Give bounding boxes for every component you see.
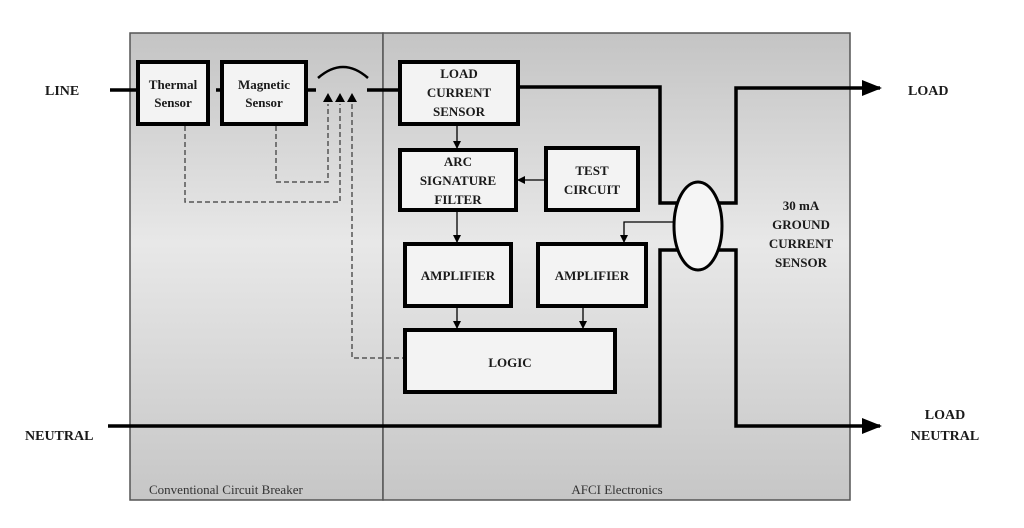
terminal-load-neutral-1: LOAD [925, 408, 965, 423]
section-conventional-caption: Conventional Circuit Breaker [149, 482, 303, 497]
magnetic-label-2: Sensor [245, 95, 283, 110]
terminal-neutral: NEUTRAL [25, 429, 93, 444]
logic-label: LOGIC [488, 355, 531, 370]
gcs-label-2: GROUND [772, 217, 830, 232]
gcs-label-1: 30 mA [783, 198, 820, 213]
lcs-label-2: CURRENT [427, 85, 492, 100]
gcs-label-3: CURRENT [769, 236, 834, 251]
terminal-load: LOAD [908, 84, 948, 99]
thermal-sensor-block [136, 60, 210, 126]
amp-right-label: AMPLIFIER [555, 268, 630, 283]
trip-triangles [323, 93, 357, 102]
thermal-label-2: Sensor [154, 95, 192, 110]
test-label-2: CIRCUIT [564, 182, 621, 197]
terminal-load-neutral-2: NEUTRAL [911, 429, 979, 444]
lcs-label-3: SENSOR [433, 104, 486, 119]
filter-label-3: FILTER [434, 192, 482, 207]
thermal-label-1: Thermal [149, 77, 198, 92]
amp-left-label: AMPLIFIER [421, 268, 496, 283]
filter-label-1: ARC [444, 154, 472, 169]
magnetic-sensor-block [220, 60, 308, 126]
magnetic-label-1: Magnetic [238, 77, 290, 92]
lcs-label-1: LOAD [440, 66, 478, 81]
filter-label-2: SIGNATURE [420, 173, 496, 188]
section-afci-caption: AFCI Electronics [571, 482, 662, 497]
test-label-1: TEST [575, 163, 609, 178]
terminal-line: LINE [45, 84, 79, 99]
gcs-label-4: SENSOR [775, 255, 828, 270]
test-circuit-block [544, 146, 640, 212]
ground-current-sensor-toroid [672, 180, 724, 272]
afci-block-diagram: Thermal Sensor Magnetic Sensor LOAD CURR… [25, 32, 979, 501]
